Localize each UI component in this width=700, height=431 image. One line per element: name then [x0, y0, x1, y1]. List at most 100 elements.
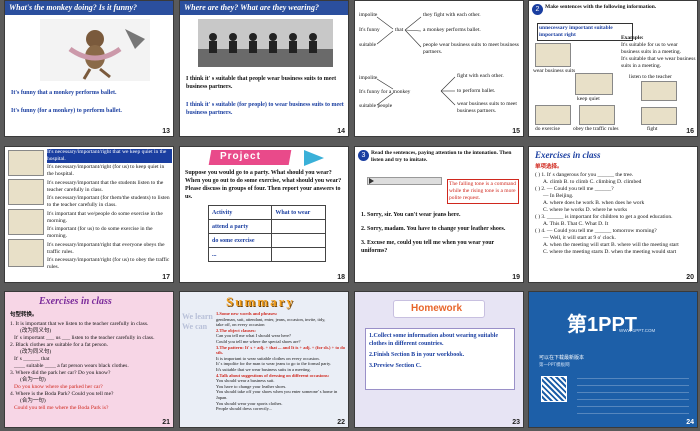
caption-4: obey the traffic rules: [573, 126, 619, 132]
adjective-box: unnecessary important suitable important…: [537, 23, 633, 41]
activity-table: Activity What to wear attend a party do s…: [207, 205, 326, 262]
paper-plane-icon: [304, 150, 324, 166]
q-line-8: A. This B. That C. What D. It: [543, 221, 609, 227]
answer-party[interactable]: [271, 219, 326, 234]
traffic-icon: [8, 239, 44, 267]
clause-bot-3: wear business suits to meet business par…: [457, 101, 517, 114]
slide-17[interactable]: It's necessary/important/right that we k…: [4, 146, 174, 283]
answer-more[interactable]: [271, 247, 326, 262]
row-more: ...: [207, 247, 273, 262]
q-line-3: ( ) 2. — Could you tell me ______?: [535, 186, 614, 192]
slide-number: 24: [686, 419, 694, 426]
slide-16[interactable]: 2 Make sentences with the following info…: [528, 0, 698, 137]
step-badge: 3: [358, 150, 369, 161]
slide-number: 23: [512, 419, 520, 426]
slide-title: What's the monkey doing? Is it funny?: [9, 3, 138, 12]
ex-line-8: 3. Where did the park her car? Do you kn…: [10, 370, 111, 376]
slide-13[interactable]: What's the monkey doing? Is it funny? It…: [4, 0, 174, 137]
sentence-2: It's funny (for a monkey) to perform bal…: [11, 108, 122, 114]
col-activity: Activity: [207, 205, 273, 220]
slide-number: 13: [162, 128, 170, 135]
slide-20[interactable]: Exercises in class 单项选择。 ( ) 1. It' s da…: [528, 146, 698, 283]
item-8: It's necessary/important/right (for us) …: [47, 257, 170, 270]
hw-item-2: 2.Finish Section B in your workbook.: [369, 352, 465, 358]
adj-suitable-2: suitable people: [359, 103, 393, 109]
slide-24[interactable]: 第1PPT WWW.1PPT.COM 可以在下载最新版本 第一PPT模板网 24: [528, 291, 698, 428]
slide-title: Exercises in class: [39, 296, 112, 307]
item-6: It's important (for us) to do some exerc…: [47, 226, 153, 239]
link-grid[interactable]: [577, 376, 689, 414]
slide-title-bar: Where are they? What are they wearing?: [180, 1, 348, 15]
adj-suitable-1: suitable: [359, 42, 377, 48]
example-1: It's suitable for us to wear business su…: [621, 42, 682, 55]
adj-funny-1: It's funny: [359, 27, 380, 33]
caption-0: wear business suits: [533, 68, 576, 74]
sentence-1: It's funny that a monkey performs ballet…: [11, 90, 117, 96]
hw-item-1: 1.Collect some information about wearing…: [369, 333, 498, 347]
ex-line-13: Could you tell me where the Boda Park is…: [14, 405, 109, 411]
ex-line-7: ____ suitable ____ a fat person wears bl…: [14, 363, 129, 369]
homework-list: 1.Collect some information about wearing…: [365, 328, 515, 390]
slide-number: 18: [337, 274, 345, 281]
section-head: 单项选择。: [535, 164, 563, 170]
item-3: It's necessary/important that the studen…: [47, 180, 164, 193]
hospital-icon: [8, 150, 44, 176]
slide-number: 17: [162, 274, 170, 281]
intonation-note: The falling tone is a command while the …: [447, 179, 519, 204]
classroom-icon: [8, 179, 44, 205]
answer-exercise[interactable]: [271, 233, 326, 248]
slide-15[interactable]: impolite It's funny suitable that they f…: [354, 0, 524, 137]
q-line-12: C. where the meeting starts D. when the …: [543, 249, 677, 255]
exercise-icon: [8, 209, 44, 235]
row-exercise: do some exercise: [207, 233, 273, 248]
slide-14[interactable]: Where are they? What are they wearing? I…: [179, 0, 349, 137]
audio-player[interactable]: [367, 177, 442, 185]
slide-22[interactable]: Summary We learn We can 1.Some new words…: [179, 291, 349, 428]
hw-item-3: 3.Preview Section C.: [369, 363, 422, 369]
caption-3: do exercise: [535, 126, 560, 132]
business-meeting-photo: [198, 19, 333, 67]
qr-code-icon[interactable]: [541, 376, 567, 402]
play-icon[interactable]: [369, 178, 374, 184]
clause-top-1: they fight with each other.: [423, 12, 481, 18]
connector-lines: [376, 16, 456, 106]
q-line-7: ( ) 3. ______ is important for children …: [535, 214, 673, 220]
sum-line-7: 3.The pattern: It' s + adj. + that ... a…: [216, 344, 345, 356]
exercise-icon: [535, 105, 571, 125]
example-2: It's suitable that we wear business suit…: [621, 56, 696, 69]
slide-title: Homework: [411, 303, 463, 314]
q-line-1: ( ) 1. It' s dangerous for you ______ th…: [535, 172, 634, 178]
sum-line-14: You should take off your shoes when you …: [216, 389, 338, 400]
slide-23[interactable]: Homework 1.Collect some information abou…: [354, 291, 524, 428]
slide-18[interactable]: Project Suppose you would go to a party.…: [179, 146, 349, 283]
adj-impolite-1: impolite: [359, 12, 378, 18]
sentence-1: I think it' s suitable that people wear …: [186, 76, 337, 90]
brand-url[interactable]: WWW.1PPT.COM: [619, 328, 655, 333]
caption-1: keep quiet: [577, 96, 600, 102]
step-badge: 2: [532, 4, 543, 15]
sentence-2: I think it' s suitable (for people) to w…: [186, 102, 344, 116]
slide-19[interactable]: 3 Read the sentences, paying attention t…: [354, 146, 524, 283]
item-4: It's necessary/important (for them/the s…: [47, 195, 170, 208]
q-line-9: ( ) 4. — Could you tell me ______ tomorr…: [535, 228, 657, 234]
monkey-ballet-image: [40, 19, 150, 81]
ex-line-11: 4. Where is the Boda Park? Could you tel…: [10, 391, 114, 397]
sentence-1: 1. Sorry, sir. You can't wear jeans here…: [361, 212, 461, 218]
slide-title: Make sentences with the following inform…: [545, 4, 657, 10]
slide-title: Summary: [226, 294, 295, 309]
sum-line-16: People should dress correctly...: [216, 406, 272, 412]
subtag: 第一PPT模板网: [539, 363, 570, 368]
ex-line-1: 1. It is important that we listen to the…: [10, 321, 149, 327]
slide-number: 16: [686, 128, 694, 135]
adj-funny-2: It's funny for a monkey: [359, 89, 411, 95]
q-line-11: A. when the meeting will start B. where …: [543, 242, 679, 248]
adj-impolite-2: impolite: [359, 75, 378, 81]
slide-21[interactable]: Exercises in class 句型转换。 1. It is import…: [4, 291, 174, 428]
project-intro: Suppose you would go to a party. What sh…: [185, 170, 342, 200]
side-label-can: We can: [182, 322, 208, 331]
clause-top-2: a monkey performs ballet.: [423, 27, 481, 33]
slide-title: Project: [220, 151, 261, 162]
slide-number: 15: [512, 128, 520, 135]
ex-line-10: Do you know where she parked her car?: [14, 384, 103, 390]
item-1: It's necessary/important/right that we k…: [47, 149, 172, 163]
